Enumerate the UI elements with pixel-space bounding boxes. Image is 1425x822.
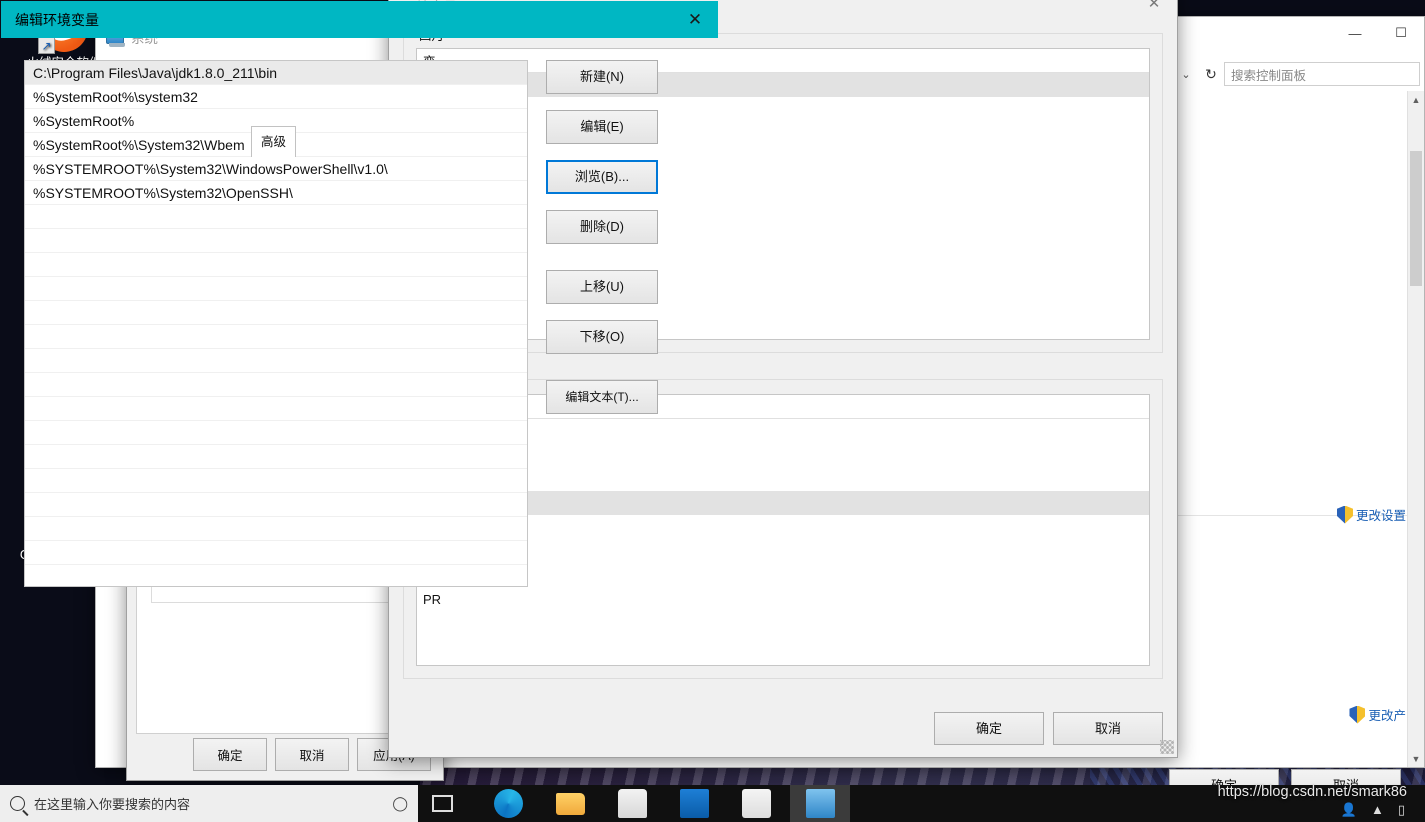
link-label: 更改设置 <box>1355 509 1406 523</box>
move-down-button[interactable]: 下移(O) <box>546 320 658 354</box>
close-icon[interactable]: ✕ <box>1131 0 1177 19</box>
scrollbar-thumb[interactable] <box>1410 151 1422 286</box>
window-controls: — ☐ <box>1332 17 1424 49</box>
edit-button[interactable]: 编辑(E) <box>546 110 658 144</box>
path-list-item-empty[interactable] <box>25 301 527 325</box>
path-list-item-empty[interactable] <box>25 445 527 469</box>
path-list-item-empty[interactable] <box>25 277 527 301</box>
environment-variables-buttons: 确定 取消 <box>934 712 1163 745</box>
tab-advanced[interactable]: 高级 <box>251 126 297 157</box>
vertical-scrollbar[interactable]: ▲ ▼ <box>1407 91 1424 767</box>
edit-env-side-buttons: 新建(N) 编辑(E) 浏览(B)... 删除(D) 上移(U) 下移(O) 编… <box>546 60 658 430</box>
system-window-taskbar-button[interactable] <box>790 785 850 822</box>
path-list-item-empty[interactable] <box>25 517 527 541</box>
scroll-up-icon[interactable]: ▲ <box>1408 91 1424 108</box>
resize-grip[interactable] <box>1160 740 1174 754</box>
minimize-button[interactable]: — <box>1332 17 1378 49</box>
system-window-icon <box>806 789 835 818</box>
store-icon[interactable] <box>618 789 647 818</box>
change-settings-link[interactable]: 更改设置 <box>1336 505 1406 524</box>
ok-button[interactable]: 确定 <box>193 737 267 771</box>
scroll-down-icon[interactable]: ▼ <box>1408 750 1424 767</box>
path-list-item-empty[interactable] <box>25 325 527 349</box>
file-explorer-icon[interactable] <box>556 793 585 815</box>
path-list-item-empty[interactable] <box>25 469 527 493</box>
cortana-icon[interactable]: ◯ <box>392 795 408 812</box>
close-icon[interactable]: ✕ <box>672 1 718 38</box>
path-list-item-empty[interactable] <box>25 373 527 397</box>
windows-search-box[interactable]: 在这里输入你要搜索的内容 ◯ <box>0 785 418 822</box>
move-up-button[interactable]: 上移(U) <box>546 270 658 304</box>
path-list-item-empty[interactable] <box>25 205 527 229</box>
edit-text-button[interactable]: 编辑文本(T)... <box>546 380 658 414</box>
tray-up-icon[interactable]: ▲ <box>1371 802 1384 818</box>
tray-battery-icon[interactable]: ▯ <box>1398 802 1405 818</box>
change-product-key-link[interactable]: 更改产 <box>1349 705 1406 724</box>
photos-icon[interactable] <box>742 789 771 818</box>
path-list-item-empty[interactable] <box>25 541 527 565</box>
search-input[interactable]: 搜索控制面板 <box>1224 62 1420 86</box>
path-list-item[interactable]: %SystemRoot%\system32 <box>25 85 527 109</box>
mail-icon[interactable] <box>680 789 709 818</box>
cancel-button[interactable]: 取消 <box>1053 712 1163 745</box>
delete-button[interactable]: 删除(D) <box>546 210 658 244</box>
taskbar: 在这里输入你要搜索的内容 ◯ 👤 ▲ ▯ <box>0 785 1425 822</box>
path-list-item-empty[interactable] <box>25 397 527 421</box>
path-list-item-empty[interactable] <box>25 349 527 373</box>
system-tray[interactable]: 👤 ▲ ▯ <box>1341 802 1405 818</box>
path-list-item[interactable]: %SYSTEMROOT%\System32\WindowsPowerShell\… <box>25 157 527 181</box>
blog-watermark: https://blog.csdn.net/smark86 <box>1217 784 1407 800</box>
edit-env-titlebar[interactable]: 编辑环境变量 ✕ <box>1 1 718 38</box>
shield-icon <box>1336 505 1353 524</box>
search-placeholder: 在这里输入你要搜索的内容 <box>34 797 191 812</box>
link-label: 更改产 <box>1368 709 1406 723</box>
task-view-icon[interactable] <box>432 795 453 812</box>
search-icon <box>10 796 25 811</box>
path-list-item-empty[interactable] <box>25 493 527 517</box>
path-list-item-empty[interactable] <box>25 229 527 253</box>
edge-icon[interactable] <box>494 789 523 818</box>
shield-icon <box>1349 705 1366 724</box>
new-button[interactable]: 新建(N) <box>546 60 658 94</box>
shortcut-arrow-icon: ↗ <box>38 37 55 54</box>
maximize-button[interactable]: ☐ <box>1378 17 1424 49</box>
refresh-icon[interactable]: ↻ <box>1198 66 1224 83</box>
tray-user-icon[interactable]: 👤 <box>1341 802 1357 818</box>
path-list-item[interactable]: %SYSTEMROOT%\System32\OpenSSH\ <box>25 181 527 205</box>
browse-button[interactable]: 浏览(B)... <box>546 160 658 194</box>
ok-button[interactable]: 确定 <box>934 712 1044 745</box>
edit-env-title: 编辑环境变量 <box>15 11 99 28</box>
path-list-item[interactable]: C:\Program Files\Java\jdk1.8.0_211\bin <box>25 61 527 85</box>
table-row[interactable]: PR <box>417 587 1149 611</box>
cancel-button[interactable]: 取消 <box>275 737 349 771</box>
path-list-item-empty[interactable] <box>25 421 527 445</box>
path-list-item-empty[interactable] <box>25 253 527 277</box>
